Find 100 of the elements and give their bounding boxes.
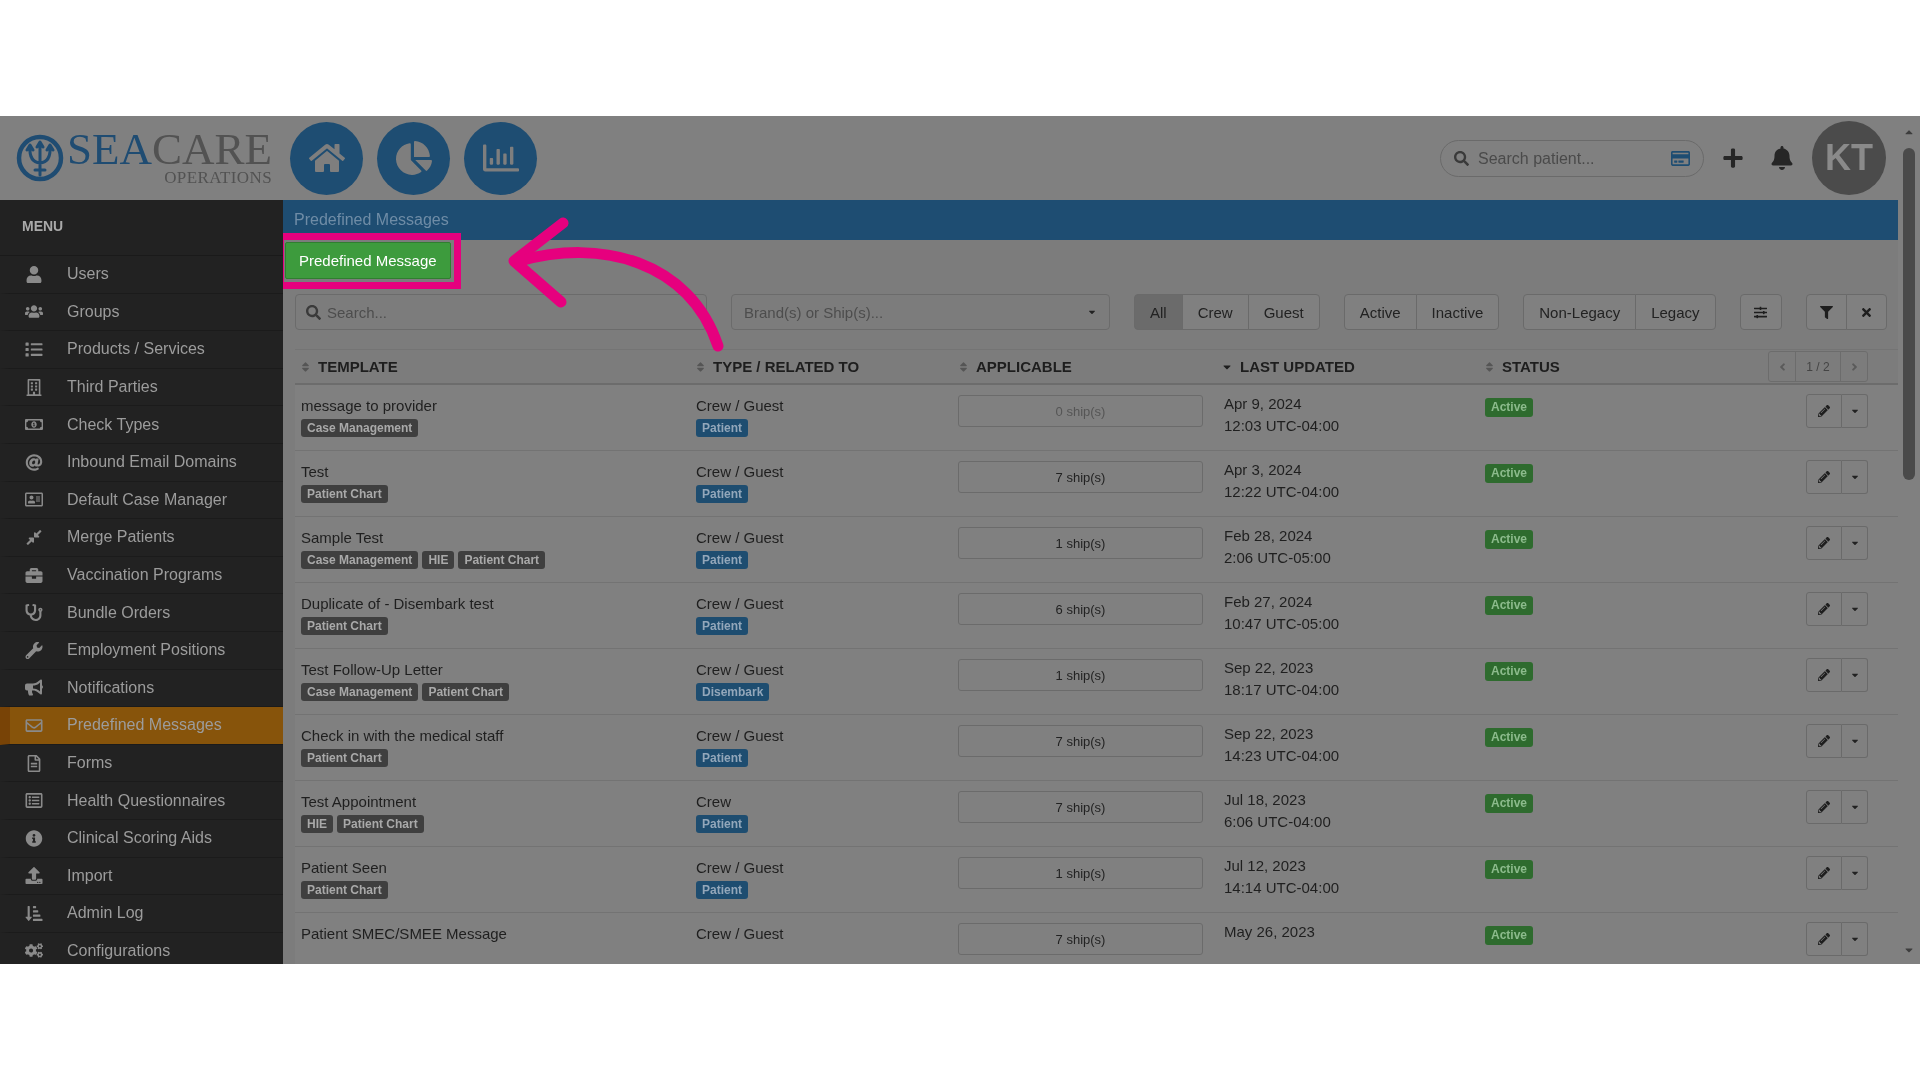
- pencil-icon: [1818, 867, 1830, 879]
- sidebar-item[interactable]: Merge Patients: [0, 519, 283, 557]
- edit-button[interactable]: [1806, 790, 1842, 824]
- card-icon[interactable]: [1671, 149, 1690, 168]
- type-text: Crew / Guest: [696, 462, 784, 481]
- sidebar-item[interactable]: Third Parties: [0, 368, 283, 407]
- edit-button[interactable]: [1806, 724, 1842, 758]
- person-icon: [25, 265, 43, 283]
- sort-icon[interactable]: [1485, 360, 1494, 373]
- inward-arrows-icon: [25, 528, 43, 546]
- sidebar-item[interactable]: Import: [0, 857, 283, 896]
- updated-date: Feb 28, 2024: [1224, 526, 1313, 546]
- sidebar-item[interactable]: Groups: [0, 293, 283, 332]
- updated-time: 12:22 UTC-04:00: [1224, 482, 1340, 502]
- status-badge: Active: [1485, 728, 1534, 747]
- sidebar-item[interactable]: Health Questionnaires: [0, 782, 283, 820]
- category-tag: Patient Chart: [422, 683, 510, 701]
- list-window-icon: [25, 792, 43, 810]
- user-avatar[interactable]: KT: [1812, 121, 1886, 195]
- scrollbar-thumb[interactable]: [1903, 148, 1915, 480]
- search-icon: [1454, 151, 1469, 166]
- sidebar-item[interactable]: Inbound Email Domains: [0, 443, 283, 482]
- filter-toggle[interactable]: Inactive: [1415, 294, 1500, 330]
- ships-button[interactable]: 7 ship(s): [958, 461, 1203, 493]
- edit-button[interactable]: [1806, 592, 1842, 626]
- updated-time: 2:06 UTC-05:00: [1224, 548, 1331, 568]
- megaphone-icon: [25, 679, 43, 697]
- ships-button[interactable]: 7 ship(s): [958, 923, 1203, 955]
- column-header[interactable]: STATUS: [1502, 358, 1560, 375]
- sidebar-item[interactable]: Predefined Messages: [0, 707, 283, 745]
- sidebar-item[interactable]: Users: [0, 256, 283, 294]
- sidebar-item[interactable]: Vaccination Programs: [0, 556, 283, 595]
- updated-date: May 26, 2023: [1224, 922, 1315, 942]
- updated-date: Sep 22, 2023: [1224, 658, 1314, 678]
- sort-icon[interactable]: [696, 360, 705, 373]
- sidebar-item[interactable]: Check Types: [0, 406, 283, 444]
- category-tag: HIE: [301, 815, 333, 833]
- sidebar-item[interactable]: Admin Log: [0, 895, 283, 933]
- updated-date: Feb 27, 2024: [1224, 592, 1313, 612]
- edit-button[interactable]: [1806, 526, 1842, 560]
- trident-logo-icon: [16, 134, 64, 182]
- chevron-right-icon: [1849, 360, 1859, 373]
- filter-toggle[interactable]: Guest: [1247, 294, 1320, 330]
- filter-toggle[interactable]: Active: [1343, 294, 1417, 330]
- type-text: Crew / Guest: [696, 660, 784, 679]
- pencil-icon: [1818, 405, 1830, 417]
- column-settings-button[interactable]: [1739, 294, 1782, 330]
- info-icon: [25, 829, 43, 847]
- clear-button[interactable]: [1845, 294, 1887, 330]
- edit-button[interactable]: [1806, 856, 1842, 890]
- column-header[interactable]: TYPE / RELATED TO: [713, 358, 860, 375]
- edit-button[interactable]: [1806, 460, 1842, 494]
- chevron-left-icon: [1777, 360, 1787, 373]
- pencil-icon: [1818, 669, 1830, 681]
- page-title: Predefined Messages: [294, 211, 449, 229]
- related-tag: Patient: [696, 881, 748, 899]
- updated-date: Jul 18, 2023: [1224, 790, 1306, 810]
- filter-button[interactable]: [1805, 294, 1847, 330]
- sidebar-item[interactable]: Clinical Scoring Aids: [0, 819, 283, 858]
- sort-icon[interactable]: [959, 360, 968, 373]
- sidebar-item[interactable]: Products / Services: [0, 331, 283, 369]
- ships-button[interactable]: 1 ship(s): [958, 527, 1203, 559]
- ships-button[interactable]: 7 ship(s): [958, 791, 1203, 823]
- pencil-icon: [1818, 933, 1830, 945]
- ships-button[interactable]: 6 ship(s): [958, 593, 1203, 625]
- filter-icon: [1819, 305, 1833, 319]
- ships-button[interactable]: 1 ship(s): [958, 659, 1203, 691]
- sidebar-item[interactable]: Employment Positions: [0, 631, 283, 670]
- updated-date: Apr 3, 2024: [1224, 460, 1302, 480]
- document-icon: [25, 754, 43, 772]
- status-badge: Active: [1485, 596, 1534, 615]
- status-badge: Active: [1485, 398, 1534, 417]
- status-badge: Active: [1485, 662, 1534, 681]
- upload-icon: [25, 867, 43, 885]
- column-header[interactable]: TEMPLATE: [318, 358, 398, 375]
- category-tag: Case Management: [301, 683, 419, 701]
- add-icon[interactable]: [1722, 147, 1744, 169]
- status-badge: Active: [1485, 794, 1534, 813]
- column-header[interactable]: LAST UPDATED: [1240, 358, 1355, 375]
- sidebar-item[interactable]: Default Case Manager: [0, 481, 283, 520]
- column-header[interactable]: APPLICABLE: [976, 358, 1072, 375]
- type-text: Crew / Guest: [696, 924, 784, 943]
- filter-toggle[interactable]: Crew: [1181, 294, 1249, 330]
- type-text: Crew / Guest: [696, 396, 784, 415]
- bell-icon[interactable]: [1770, 146, 1794, 170]
- related-tag: Patient: [696, 617, 748, 635]
- ships-button[interactable]: 7 ship(s): [958, 725, 1203, 757]
- sort-icon[interactable]: [301, 360, 310, 373]
- ships-button[interactable]: 1 ship(s): [958, 857, 1203, 889]
- filter-toggle[interactable]: Legacy: [1635, 294, 1716, 330]
- sidebar-item[interactable]: Forms: [0, 744, 283, 783]
- edit-button[interactable]: [1806, 922, 1842, 956]
- edit-button[interactable]: [1806, 394, 1842, 428]
- template-name: Check in with the medical staff: [301, 726, 504, 745]
- updated-time: 6:06 UTC-04:00: [1224, 812, 1331, 832]
- filter-toggle[interactable]: All: [1134, 294, 1183, 330]
- filter-toggle[interactable]: Non-Legacy: [1523, 294, 1637, 330]
- new-message-button[interactable]: Predefined Message: [285, 242, 451, 279]
- edit-button[interactable]: [1806, 658, 1842, 692]
- sidebar-item[interactable]: Bundle Orders: [0, 594, 283, 632]
